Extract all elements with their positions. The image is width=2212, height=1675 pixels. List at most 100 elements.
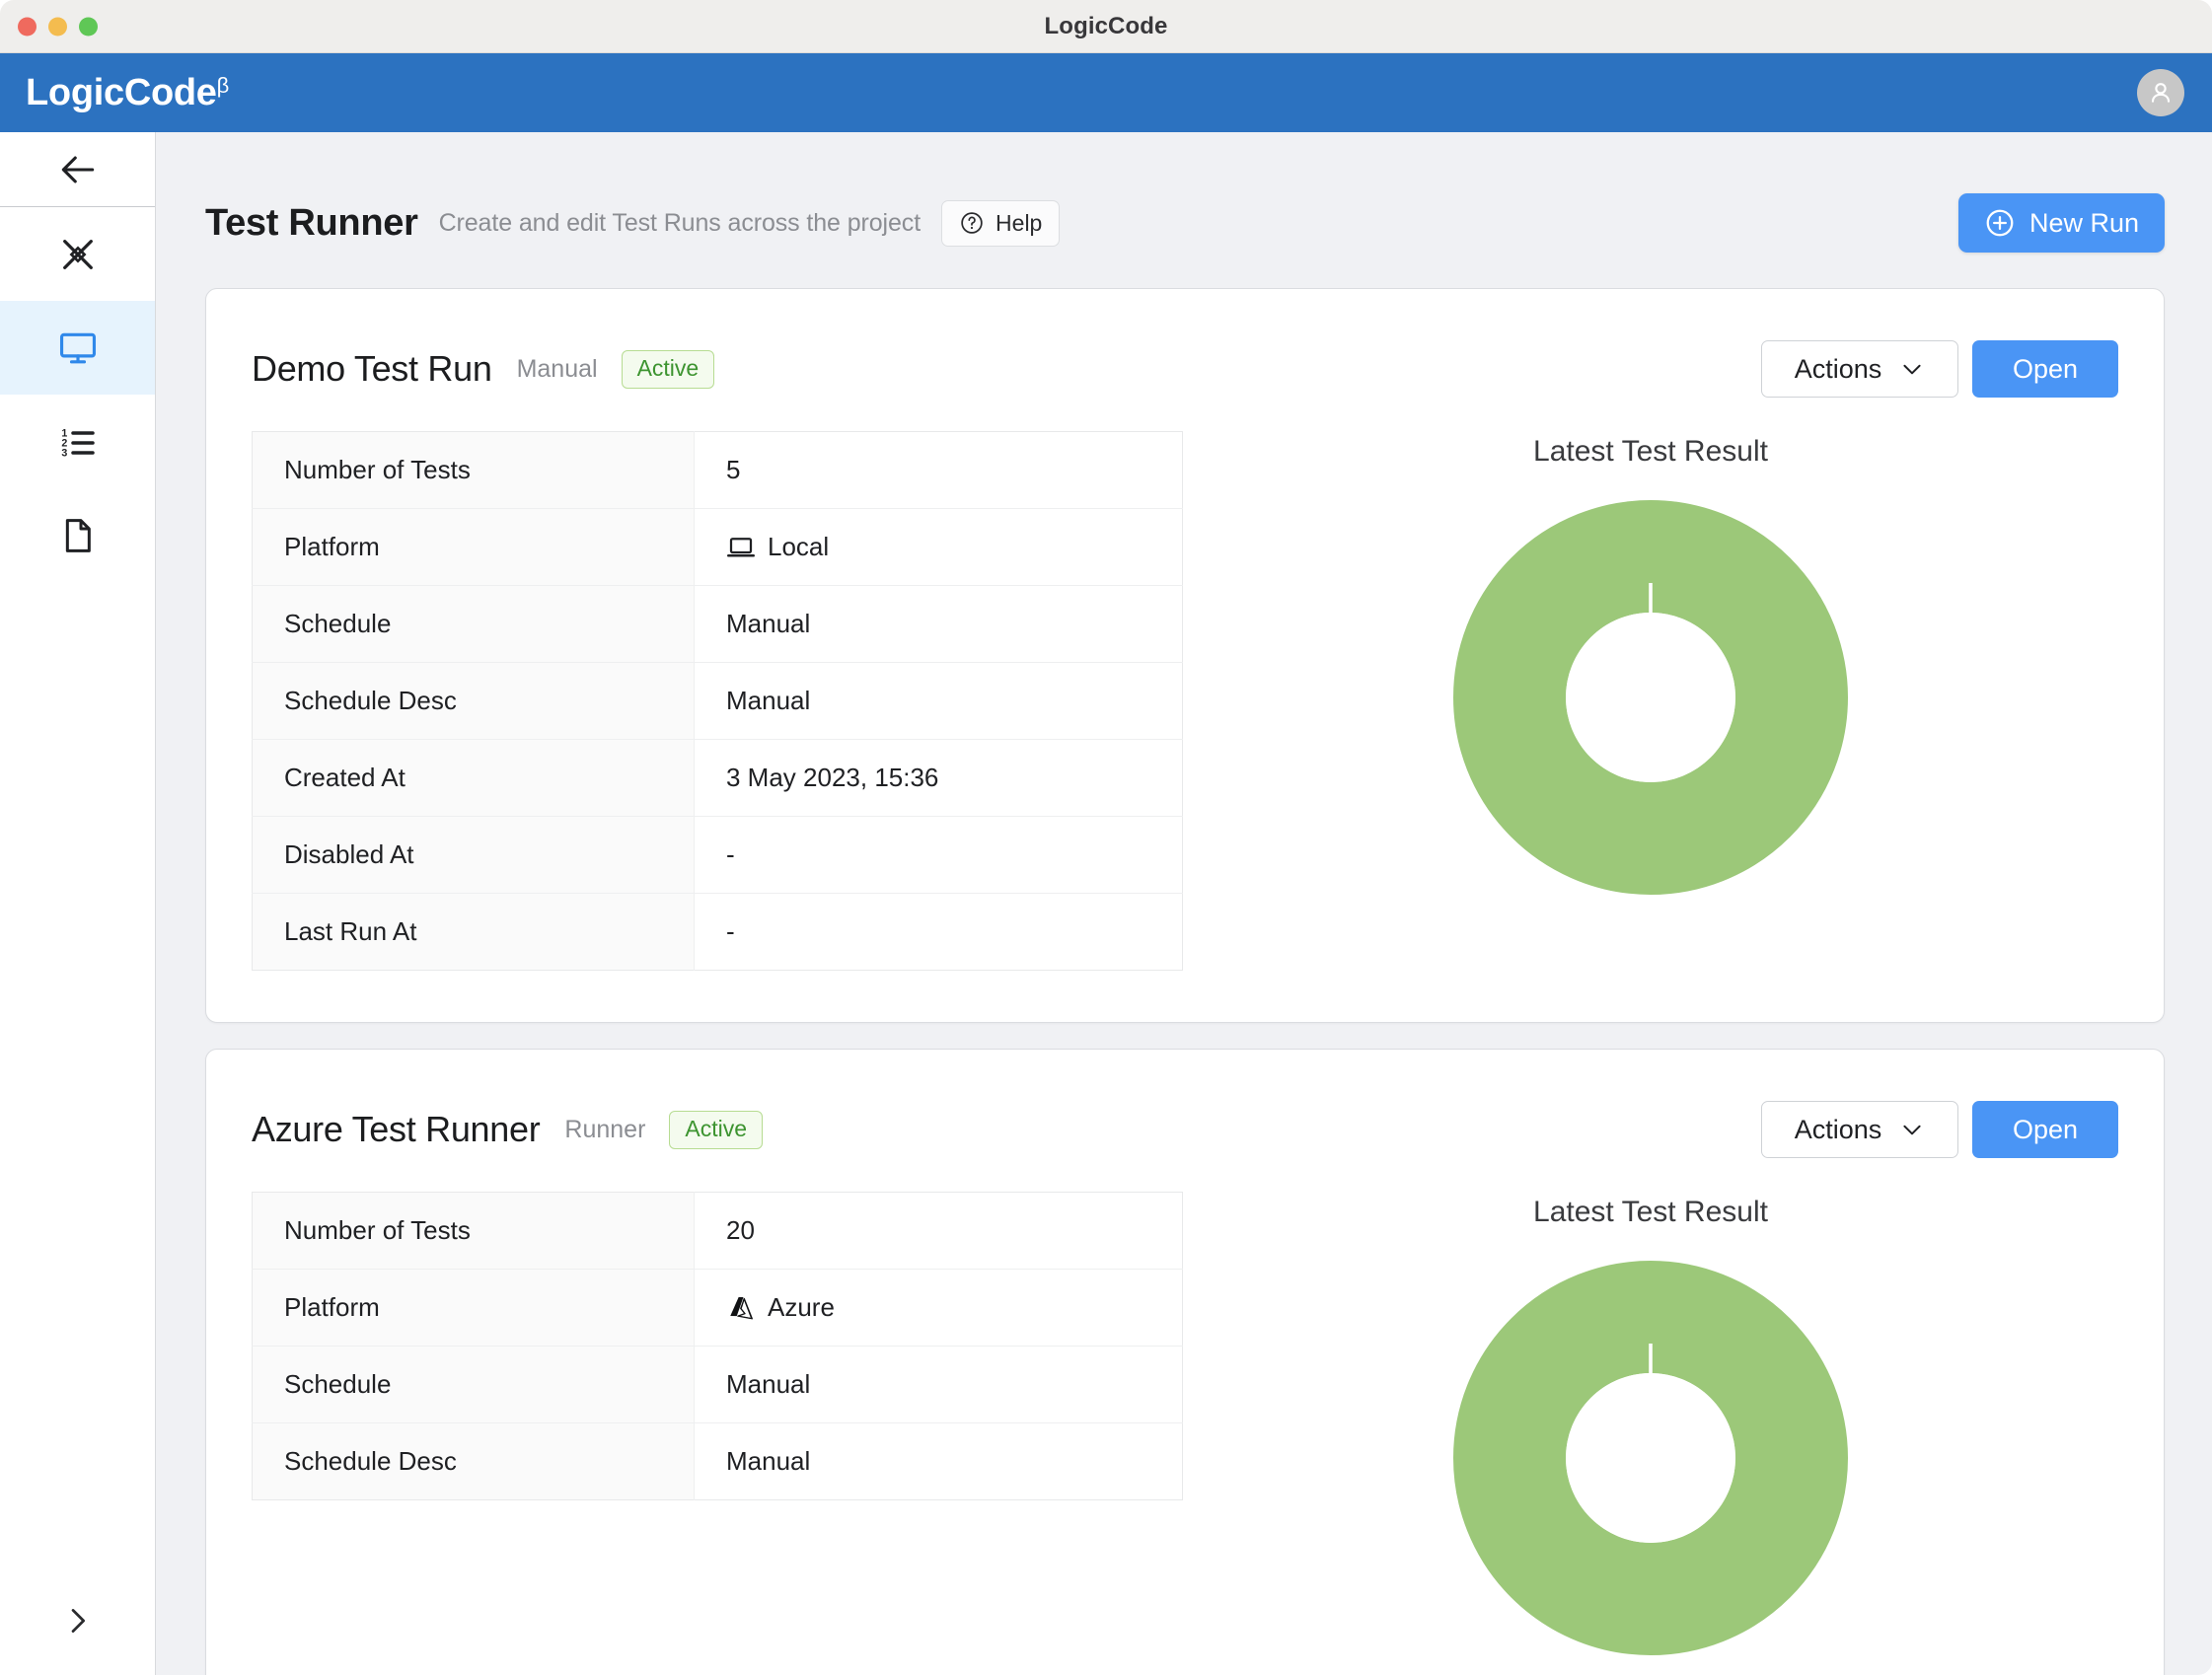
table-row: Created At 3 May 2023, 15:36 (252, 739, 1183, 817)
plus-circle-icon (1986, 209, 2014, 237)
close-window-button[interactable] (18, 17, 37, 36)
row-value: Manual (694, 1422, 1183, 1500)
help-button-label: Help (995, 209, 1043, 236)
main-content: Test Runner Create and edit Test Runs ac… (156, 132, 2212, 1675)
table-row: Disabled At - (252, 816, 1183, 894)
minimize-window-button[interactable] (48, 17, 67, 36)
chart-title: Latest Test Result (1533, 435, 1768, 468)
test-run-card-header: Azure Test Runner Runner Active Actions … (252, 1101, 2118, 1158)
page-title: Test Runner (205, 201, 418, 244)
row-value-platform: Azure (694, 1269, 1183, 1347)
table-row: Last Run At - (252, 893, 1183, 971)
donut-chart-passed (1453, 1261, 1848, 1655)
new-run-button[interactable]: New Run (1957, 193, 2165, 253)
test-run-title: Demo Test Run (252, 348, 492, 389)
monitor-icon (59, 332, 96, 363)
test-run-card: Azure Test Runner Runner Active Actions … (205, 1049, 2165, 1675)
sidebar: 123 (0, 132, 156, 1675)
row-value: Manual (694, 585, 1183, 663)
sidebar-item-design-tools[interactable] (0, 207, 155, 301)
table-row: Schedule Manual (252, 1346, 1183, 1423)
sidebar-back-button[interactable] (0, 132, 155, 207)
page-subtitle: Create and edit Test Runs across the pro… (438, 208, 922, 237)
row-value: Manual (694, 1346, 1183, 1423)
status-badge: Active (621, 349, 715, 389)
table-row: Schedule Desc Manual (252, 662, 1183, 740)
latest-test-result-chart: Latest Test Result (1183, 1192, 2118, 1655)
row-value: - (694, 816, 1183, 894)
svg-text:3: 3 (61, 447, 67, 459)
row-label: Schedule (252, 585, 695, 663)
row-label: Last Run At (252, 893, 695, 971)
row-label: Created At (252, 739, 695, 817)
test-run-kind: Manual (516, 354, 598, 383)
arrow-left-icon (61, 156, 94, 182)
table-row: Schedule Desc Manual (252, 1422, 1183, 1500)
table-row: Number of Tests 5 (252, 431, 1183, 509)
maximize-window-button[interactable] (79, 17, 98, 36)
user-avatar-icon (2151, 83, 2171, 103)
actions-dropdown-label: Actions (1794, 1114, 1882, 1144)
user-avatar[interactable] (2137, 69, 2184, 116)
test-run-kind: Runner (564, 1115, 646, 1143)
window-titlebar: LogicCode (0, 0, 2212, 53)
row-value: Manual (694, 662, 1183, 740)
test-run-card-header: Demo Test Run Manual Active Actions Open (252, 340, 2118, 398)
open-button[interactable]: Open (1972, 1101, 2118, 1158)
help-button[interactable]: Help (941, 199, 1061, 247)
row-value: - (694, 893, 1183, 971)
sidebar-expand-button[interactable] (0, 1566, 155, 1675)
row-label: Number of Tests (252, 1192, 695, 1270)
new-run-button-label: New Run (2028, 207, 2139, 238)
row-label: Platform (252, 1269, 695, 1347)
table-row: Platform Local (252, 508, 1183, 586)
test-run-card-body: Number of Tests 5 Platform Local Schedul… (252, 431, 2118, 971)
app-logo-text: LogicCode (26, 71, 217, 113)
row-value: 3 May 2023, 15:36 (694, 739, 1183, 817)
row-value: 20 (694, 1192, 1183, 1270)
test-run-details-table: Number of Tests 20 Platform Azure Schedu… (252, 1192, 1183, 1500)
app-header: LogicCode β (0, 53, 2212, 132)
row-label: Schedule Desc (252, 662, 695, 740)
test-run-details-table: Number of Tests 5 Platform Local Schedul… (252, 431, 1183, 971)
test-runs-list: Demo Test Run Manual Active Actions Open (156, 288, 2212, 1675)
test-run-card-buttons: Actions Open (1761, 340, 2118, 398)
row-value: Local (768, 532, 830, 561)
app-logo[interactable]: LogicCode β (26, 72, 229, 114)
azure-icon (730, 1296, 753, 1319)
open-button[interactable]: Open (1972, 340, 2118, 398)
test-run-card: Demo Test Run Manual Active Actions Open (205, 288, 2165, 1023)
app-logo-beta: β (216, 72, 230, 98)
row-value: 5 (694, 431, 1183, 509)
test-run-card-buttons: Actions Open (1761, 1101, 2118, 1158)
row-label: Schedule (252, 1346, 695, 1423)
row-value: Azure (768, 1292, 835, 1322)
latest-test-result-chart: Latest Test Result (1183, 431, 2118, 895)
test-run-card-body: Number of Tests 20 Platform Azure Schedu… (252, 1192, 2118, 1655)
chevron-down-icon (1903, 1125, 1921, 1135)
sidebar-item-reports[interactable] (0, 488, 155, 582)
sidebar-item-test-runner[interactable] (0, 301, 155, 395)
design-tools-icon (62, 239, 93, 269)
actions-dropdown-button[interactable]: Actions (1761, 1101, 1958, 1158)
row-label: Schedule Desc (252, 1422, 695, 1500)
laptop-icon (727, 537, 755, 556)
row-label: Platform (252, 508, 695, 586)
status-badge: Active (669, 1110, 764, 1149)
row-value-platform: Local (694, 508, 1183, 586)
chevron-down-icon (1903, 364, 1921, 375)
actions-dropdown-label: Actions (1794, 353, 1882, 384)
table-row: Schedule Manual (252, 585, 1183, 663)
question-circle-icon (961, 212, 983, 234)
sidebar-item-test-cases[interactable]: 123 (0, 395, 155, 488)
chart-title: Latest Test Result (1533, 1196, 1768, 1228)
actions-dropdown-button[interactable]: Actions (1761, 340, 1958, 398)
row-label: Number of Tests (252, 431, 695, 509)
window-title: LogicCode (1044, 12, 1168, 39)
page-header: Test Runner Create and edit Test Runs ac… (156, 132, 2212, 253)
test-run-title: Azure Test Runner (252, 1109, 541, 1149)
app-window: LogicCode LogicCode β 1 2 3 Test Runner … (0, 0, 2212, 1675)
table-row: Platform Azure (252, 1269, 1183, 1347)
chevron-right-icon (71, 1609, 85, 1633)
donut-chart-passed (1453, 500, 1848, 895)
